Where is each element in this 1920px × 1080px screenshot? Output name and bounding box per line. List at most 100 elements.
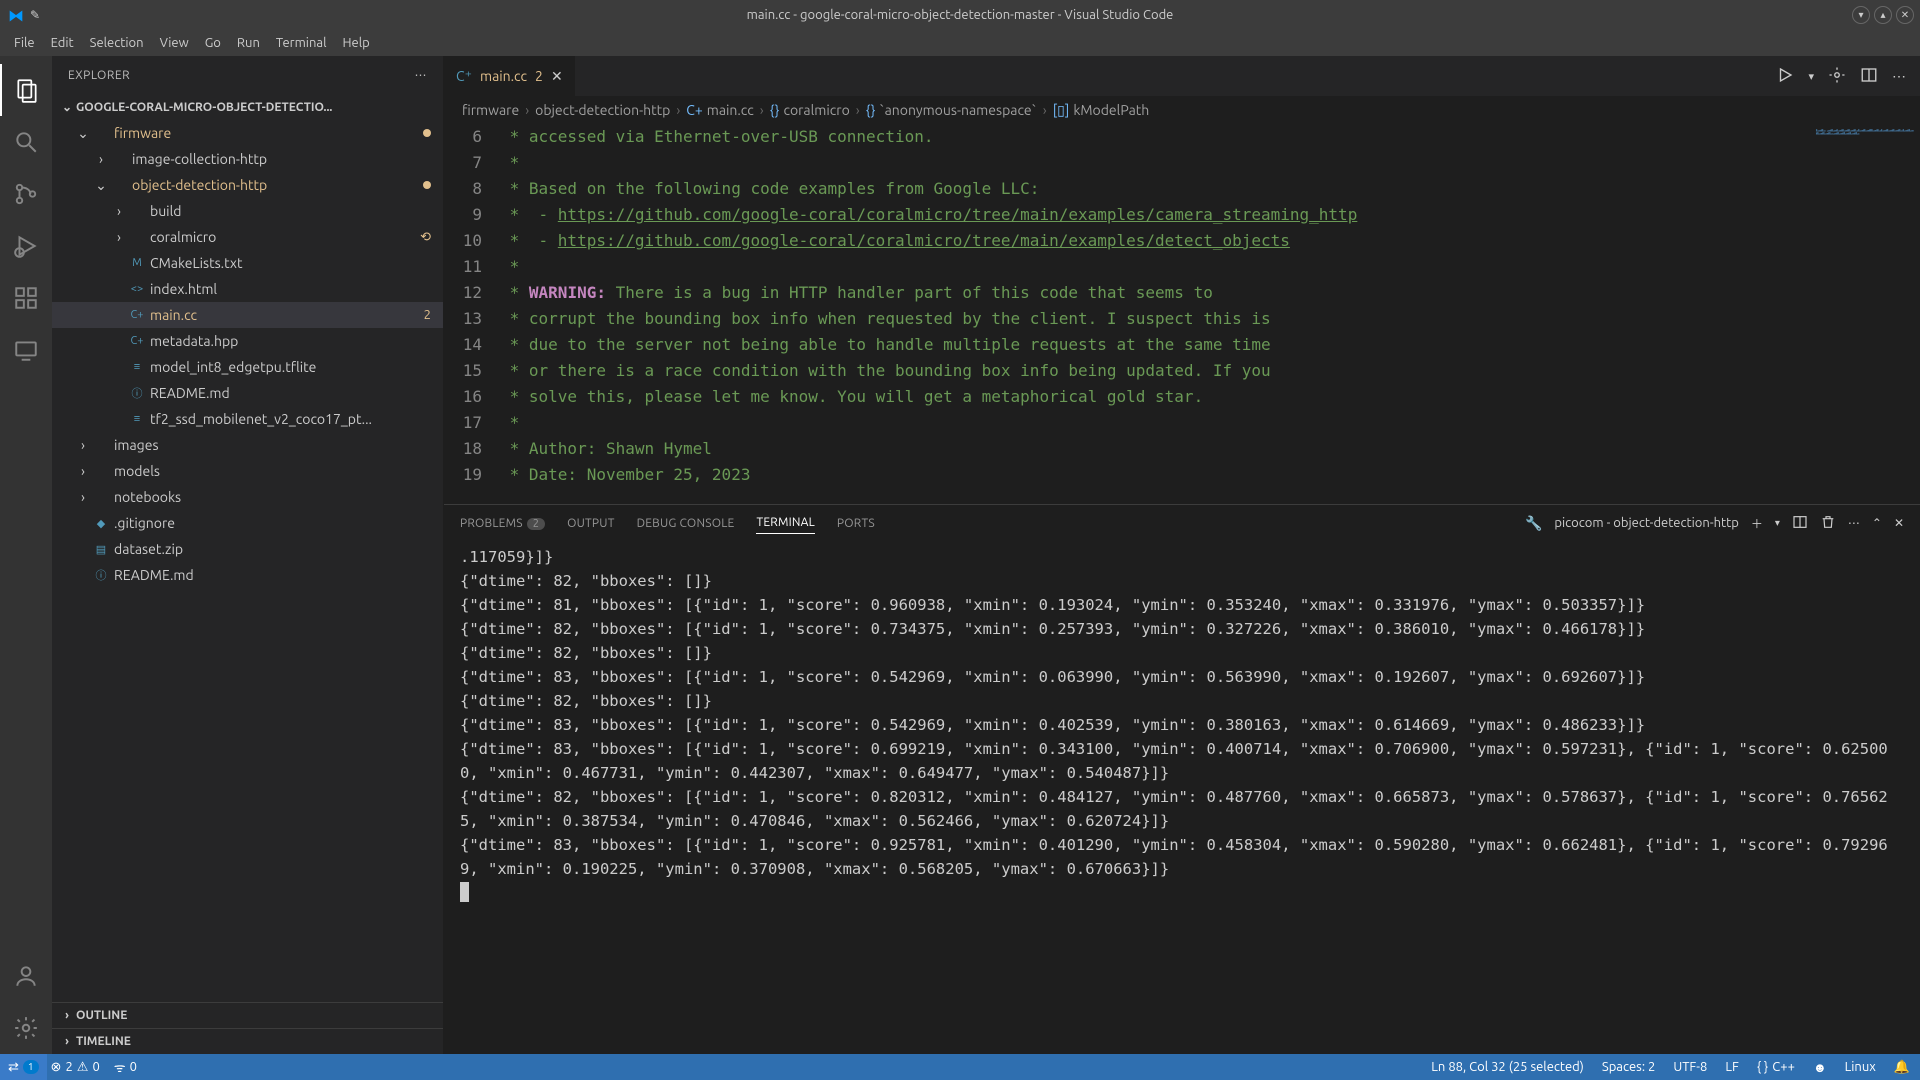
root-label: GOOGLE-CORAL-MICRO-OBJECT-DETECTIO... (76, 101, 332, 114)
menu-help[interactable]: Help (334, 36, 377, 50)
status-eol[interactable]: LF (1725, 1060, 1738, 1074)
close-tab-icon[interactable]: ✕ (551, 68, 563, 85)
folder-root[interactable]: ⌄ GOOGLE-CORAL-MICRO-OBJECT-DETECTIO... (52, 94, 443, 120)
code-editor[interactable]: 678910111213141516171819 * accessed via … (444, 124, 1920, 504)
breadcrumb[interactable]: firmware›object-detection-http›C+main.cc… (444, 96, 1920, 124)
file-index-html[interactable]: <>index.html (52, 276, 443, 302)
status-errors[interactable]: ⊗2⚠0 (51, 1060, 100, 1075)
menu-edit[interactable]: Edit (43, 36, 82, 50)
run-debug-icon[interactable] (0, 220, 52, 272)
tab-badge: 2 (535, 68, 543, 84)
file-tf2-ssd-mobilenet-v2-coco17-pt-[interactable]: ≡tf2_ssd_mobilenet_v2_coco17_pt... (52, 406, 443, 432)
tab-terminal[interactable]: TERMINAL (756, 512, 814, 534)
folder-models[interactable]: ›models (52, 458, 443, 484)
remote-explorer-icon[interactable] (0, 324, 52, 376)
chevron-down-icon[interactable]: ▾ (1775, 517, 1780, 529)
menu-view[interactable]: View (152, 36, 197, 50)
source-control-icon[interactable] (0, 168, 52, 220)
file-readme-md[interactable]: ⓘREADME.md (52, 562, 443, 588)
tab-debug-console[interactable]: DEBUG CONSOLE (637, 513, 735, 534)
status-os[interactable]: Linux (1845, 1060, 1876, 1074)
file--gitignore[interactable]: ◆.gitignore (52, 510, 443, 536)
file-icon: ⓘ (92, 567, 110, 583)
sidebar: EXPLORER ⋯ ⌄ GOOGLE-CORAL-MICRO-OBJECT-D… (52, 56, 444, 1054)
pin-icon[interactable]: ✎ (30, 8, 40, 22)
menu-selection[interactable]: Selection (82, 36, 152, 50)
file-model-int8-edgetpu-tflite[interactable]: ≡model_int8_edgetpu.tflite (52, 354, 443, 380)
tab-main-cc[interactable]: C⁺ main.cc 2 ✕ (444, 56, 576, 96)
notifications-icon[interactable]: 🔔 (1894, 1060, 1910, 1075)
minimize-button[interactable]: ▾ (1852, 6, 1870, 24)
more-icon[interactable]: ⋯ (1848, 516, 1860, 530)
folder-image-collection-http[interactable]: ›image-collection-http (52, 146, 443, 172)
folder-build[interactable]: ›build (52, 198, 443, 224)
breadcrumb-item[interactable]: C+main.cc (686, 102, 754, 118)
breadcrumb-item[interactable]: {}`anonymous-namespace` (866, 102, 1037, 118)
status-language[interactable]: { }C++ (1757, 1060, 1795, 1074)
tab-problems[interactable]: PROBLEMS2 (460, 513, 545, 534)
more-icon[interactable]: ⋯ (1892, 68, 1906, 85)
explorer-icon[interactable] (0, 64, 52, 116)
folder-firmware[interactable]: ⌄firmware (52, 120, 443, 146)
window-title: main.cc - google-coral-micro-object-dete… (747, 8, 1174, 22)
outline-section[interactable]: › OUTLINE (52, 1002, 443, 1028)
settings-icon[interactable] (1828, 66, 1846, 87)
file-main-cc[interactable]: C+main.cc2 (52, 302, 443, 328)
split-terminal-icon[interactable] (1792, 514, 1808, 533)
tree-label: tf2_ssd_mobilenet_v2_coco17_pt... (150, 411, 431, 427)
tree-label: image-collection-http (132, 151, 431, 167)
maximize-button[interactable]: ▴ (1874, 6, 1892, 24)
search-icon[interactable] (0, 116, 52, 168)
breadcrumb-item[interactable]: {}coralmicro (770, 102, 850, 118)
code-content[interactable]: * accessed via Ethernet-over-USB connect… (500, 124, 1920, 504)
folder-object-detection-http[interactable]: ⌄object-detection-http (52, 172, 443, 198)
cpp-file-icon: C⁺ (456, 68, 472, 85)
menu-file[interactable]: File (6, 36, 43, 50)
menu-terminal[interactable]: Terminal (268, 36, 335, 50)
chevron-right-icon: › (58, 1035, 76, 1048)
status-spaces[interactable]: Spaces: 2 (1602, 1060, 1655, 1074)
file-dataset-zip[interactable]: ▤ dataset.zip (52, 536, 443, 562)
tab-ports[interactable]: PORTS (837, 513, 875, 534)
close-panel-icon[interactable]: ✕ (1894, 516, 1904, 530)
folder-images[interactable]: ›images (52, 432, 443, 458)
split-editor-icon[interactable] (1860, 66, 1878, 87)
file-metadata-hpp[interactable]: C+metadata.hpp (52, 328, 443, 354)
menu-run[interactable]: Run (229, 36, 268, 50)
folder-notebooks[interactable]: ›notebooks (52, 484, 443, 510)
status-ports[interactable]: ᯤ0 (114, 1058, 137, 1076)
trash-icon[interactable] (1820, 514, 1836, 533)
symbol-icon: {} (866, 102, 876, 118)
timeline-section[interactable]: › TIMELINE (52, 1028, 443, 1054)
titlebar: ⧓ ✎ main.cc - google-coral-micro-object-… (0, 0, 1920, 30)
extensions-icon[interactable] (0, 272, 52, 324)
chevron-down-icon[interactable]: ▾ (1808, 70, 1814, 83)
breadcrumb-item[interactable]: firmware (462, 102, 519, 118)
minimap[interactable]: █▃▄▅▇█▃▄ ▃▄▅▇█▃▄▅█▃▄▅▇█▃▄▅▇█▃▄▅▇█▃▄█▃▄▅▇… (1810, 124, 1920, 504)
close-window-button[interactable]: ✕ (1896, 6, 1914, 24)
terminal-task-label[interactable]: picocom - object-detection-http (1554, 516, 1738, 530)
tab-output[interactable]: OUTPUT (567, 513, 614, 534)
menu-go[interactable]: Go (197, 36, 229, 50)
file-readme-md[interactable]: ⓘREADME.md (52, 380, 443, 406)
breadcrumb-item[interactable]: [▯]kModelPath (1053, 102, 1150, 119)
tree-label: object-detection-http (132, 177, 417, 193)
chevron-down-icon: ⌄ (58, 100, 76, 114)
breadcrumb-item[interactable]: object-detection-http (535, 102, 670, 118)
status-selection[interactable]: Ln 88, Col 32 (25 selected) (1431, 1060, 1584, 1074)
tree-label: dataset.zip (114, 541, 431, 557)
folder-coralmicro[interactable]: ›coralmicro⟲ (52, 224, 443, 250)
run-icon[interactable] (1776, 66, 1794, 87)
new-terminal-icon[interactable]: ＋ (1751, 515, 1763, 532)
settings-gear-icon[interactable] (0, 1002, 52, 1054)
accounts-icon[interactable] (0, 950, 52, 1002)
more-icon[interactable]: ⋯ (415, 68, 428, 82)
file-cmakelists-txt[interactable]: MCMakeLists.txt (52, 250, 443, 276)
status-tweet[interactable]: ☻ (1813, 1060, 1827, 1075)
remote-indicator[interactable]: ⇄1 (0, 1054, 47, 1080)
terminal-output[interactable]: .117059}]} {"dtime": 82, "bboxes": []} {… (444, 541, 1920, 1054)
chevron-up-icon[interactable]: ⌃ (1872, 516, 1882, 530)
error-icon: ⊗ (51, 1060, 62, 1075)
file-icon: ▤ (92, 543, 110, 556)
status-encoding[interactable]: UTF-8 (1673, 1060, 1707, 1074)
